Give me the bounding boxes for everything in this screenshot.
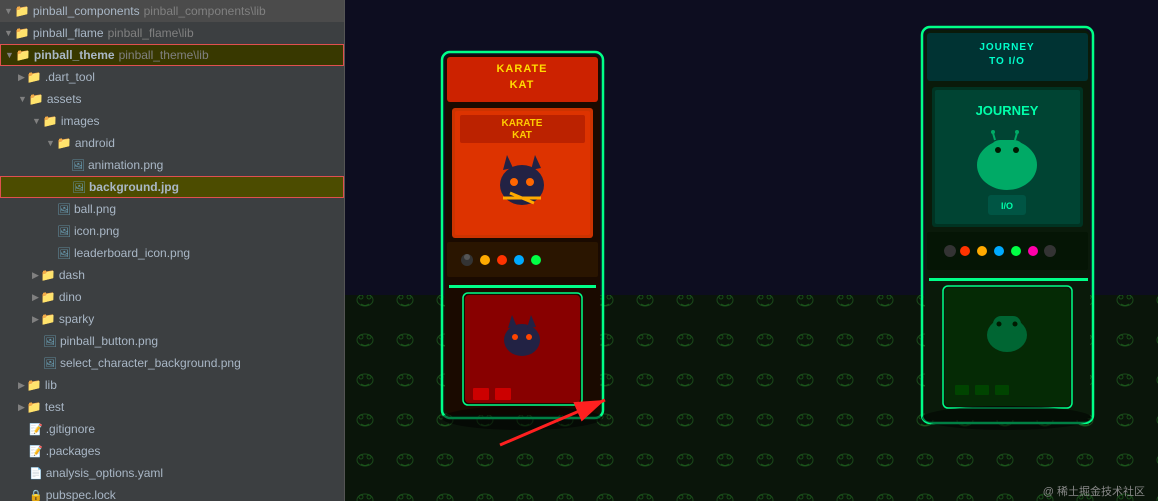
yaml-file-icon: 📄 <box>29 467 43 480</box>
item-label: dino <box>59 290 82 304</box>
tree-item-select_character[interactable]: 🖼select_character_background.png <box>0 352 344 374</box>
folder-icon: 📁 <box>41 312 56 326</box>
folder-icon: 📁 <box>29 92 44 106</box>
tree-item-android[interactable]: ▼📁android <box>0 132 344 154</box>
file-tree-panel: ▼📁pinball_componentspinball_components\l… <box>0 0 345 501</box>
image-file-icon: 🖼 <box>57 225 71 238</box>
tree-item-test[interactable]: ▶📁test <box>0 396 344 418</box>
item-label: test <box>45 400 64 414</box>
folder-icon: 📁 <box>41 268 56 282</box>
folder-icon: 📁 <box>41 290 56 304</box>
folder-icon: 📁 <box>27 378 42 392</box>
chevron-down-icon: ▼ <box>4 6 13 16</box>
item-label: android <box>75 136 115 150</box>
image-file-icon: 🖼 <box>57 203 71 216</box>
item-sublabel: pinball_components\lib <box>144 4 266 18</box>
item-label: .gitignore <box>46 422 95 436</box>
item-label: lib <box>45 378 57 392</box>
item-label: .packages <box>46 444 101 458</box>
chevron-down-icon: ▼ <box>4 28 13 38</box>
tree-item-animation[interactable]: 🖼animation.png <box>0 154 344 176</box>
chevron-down-icon: ▼ <box>5 50 14 60</box>
chevron-down-icon: ▼ <box>46 138 55 148</box>
tree-item-dart_tool[interactable]: ▶📁.dart_tool <box>0 66 344 88</box>
tree-item-pinball_button[interactable]: 🖼pinball_button.png <box>0 330 344 352</box>
image-file-icon: 🖼 <box>43 335 57 348</box>
chevron-right-icon: ▶ <box>32 292 39 303</box>
svg-text:TO I/O: TO I/O <box>989 56 1025 67</box>
tree-item-pinball_flame[interactable]: ▼📁pinball_flame pinball_flame\lib <box>0 22 344 44</box>
item-sublabel: pinball_theme\lib <box>119 48 209 62</box>
folder-icon: 📁 <box>57 136 72 150</box>
tree-item-pinball_theme[interactable]: ▼📁pinball_theme pinball_theme\lib <box>0 44 344 66</box>
item-label: pinball_components <box>33 4 140 18</box>
folder-icon: 📁 <box>43 114 58 128</box>
lock-file-icon: 🔒 <box>29 489 43 501</box>
item-label: leaderboard_icon.png <box>74 246 190 260</box>
tree-item-icon[interactable]: 🖼icon.png <box>0 220 344 242</box>
item-label: ball.png <box>74 202 116 216</box>
image-file-icon: 🖼 <box>71 159 85 172</box>
item-label: select_character_background.png <box>60 356 241 370</box>
tree-item-background[interactable]: 🖼background.jpg <box>0 176 344 198</box>
svg-text:KARATE: KARATE <box>496 63 547 75</box>
folder-icon: 📁 <box>27 400 42 414</box>
git-file-icon: 📝 <box>29 423 43 436</box>
folder-icon: 📁 <box>15 26 30 40</box>
tree-item-images[interactable]: ▼📁images <box>0 110 344 132</box>
chevron-right-icon: ▶ <box>18 402 25 413</box>
watermark-text: @ 稀土掘金技术社区 <box>1043 484 1145 498</box>
item-label: pubspec.lock <box>46 488 116 501</box>
svg-text:JOURNEY: JOURNEY <box>979 42 1034 53</box>
item-label: analysis_options.yaml <box>46 466 163 480</box>
tree-item-dino[interactable]: ▶📁dino <box>0 286 344 308</box>
tree-item-analysis_options[interactable]: 📄analysis_options.yaml <box>0 462 344 484</box>
item-label: images <box>61 114 100 128</box>
image-file-icon: 🖼 <box>43 357 57 370</box>
item-label: animation.png <box>88 158 163 172</box>
svg-text:JOURNEY: JOURNEY <box>976 103 1039 118</box>
item-label: pinball_flame <box>33 26 104 40</box>
item-label: pinball_theme <box>34 48 115 62</box>
item-label: sparky <box>59 312 94 326</box>
chevron-right-icon: ▶ <box>32 314 39 325</box>
chevron-right-icon: ▶ <box>32 270 39 281</box>
svg-text:KARATE: KARATE <box>502 118 543 129</box>
folder-icon: 📁 <box>15 4 30 18</box>
tree-item-lib[interactable]: ▶📁lib <box>0 374 344 396</box>
chevron-down-icon: ▼ <box>32 116 41 126</box>
tree-item-pinball_components[interactable]: ▼📁pinball_components pinball_components\l… <box>0 0 344 22</box>
item-label: background.jpg <box>89 180 179 194</box>
item-label: .dart_tool <box>45 70 95 84</box>
image-file-icon: 🖼 <box>72 181 86 194</box>
item-label: pinball_button.png <box>60 334 158 348</box>
tree-item-packages[interactable]: 📝.packages <box>0 440 344 462</box>
svg-text:KAT: KAT <box>510 79 535 91</box>
item-label: dash <box>59 268 85 282</box>
tree-item-assets[interactable]: ▼📁assets <box>0 88 344 110</box>
tree-item-pubspec_lock[interactable]: 🔒pubspec.lock <box>0 484 344 501</box>
image-preview-panel: KARATE KAT KARATE KAT <box>345 0 1158 501</box>
chevron-right-icon: ▶ <box>18 380 25 391</box>
svg-text:KAT: KAT <box>512 130 532 141</box>
git-file-icon: 📝 <box>29 445 43 458</box>
folder-icon: 📁 <box>16 48 31 62</box>
chevron-right-icon: ▶ <box>18 72 25 83</box>
svg-text:I/O: I/O <box>1001 201 1013 211</box>
tree-item-dash[interactable]: ▶📁dash <box>0 264 344 286</box>
tree-item-gitignore[interactable]: 📝.gitignore <box>0 418 344 440</box>
arcade-scene-svg: KARATE KAT KARATE KAT <box>345 0 1158 501</box>
item-label: icon.png <box>74 224 119 238</box>
folder-icon: 📁 <box>27 70 42 84</box>
tree-item-ball[interactable]: 🖼ball.png <box>0 198 344 220</box>
chevron-down-icon: ▼ <box>18 94 27 104</box>
tree-item-leaderboard_icon[interactable]: 🖼leaderboard_icon.png <box>0 242 344 264</box>
tree-item-sparky[interactable]: ▶📁sparky <box>0 308 344 330</box>
item-sublabel: pinball_flame\lib <box>108 26 194 40</box>
item-label: assets <box>47 92 82 106</box>
image-file-icon: 🖼 <box>57 247 71 260</box>
